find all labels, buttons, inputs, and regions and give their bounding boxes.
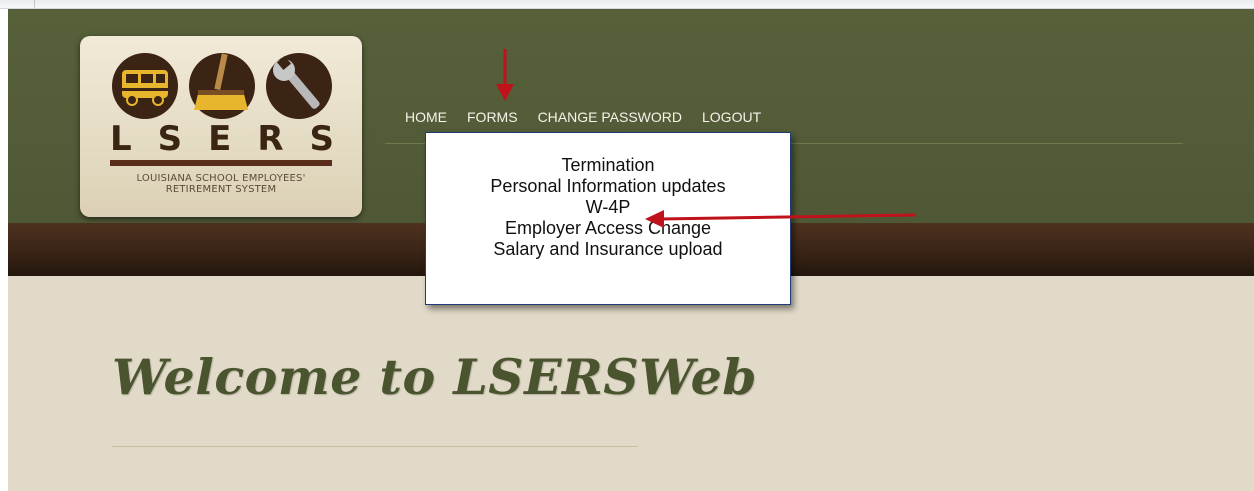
menu-item-personal-information-updates[interactable]: Personal Information updates — [426, 176, 790, 197]
nav-home[interactable]: HOME — [405, 109, 447, 125]
logo-subtitle-line: RETIREMENT SYSTEM — [165, 184, 277, 195]
logo-letter: E — [208, 119, 232, 159]
forms-dropdown-menu: Termination Personal Information updates… — [425, 132, 791, 305]
logo-wordmark: L S E R S — [110, 119, 334, 159]
title-divider — [112, 446, 638, 447]
logo-letter: S — [309, 119, 334, 159]
logo-subtitle-line: LOUISIANA SCHOOL EMPLOYEES' — [136, 173, 306, 184]
bus-icon — [112, 53, 178, 119]
logo-letter: L — [110, 119, 132, 159]
broom-icon — [189, 53, 255, 119]
nav-change-password[interactable]: CHANGE PASSWORD — [538, 109, 682, 125]
lsers-logo[interactable]: L S E R S LOUISIANA SCHOOL EMPLOYEES' RE… — [80, 36, 362, 217]
nav-logout[interactable]: LOGOUT — [702, 109, 761, 125]
menu-item-salary-insurance-upload[interactable]: Salary and Insurance upload — [426, 239, 790, 260]
menu-item-termination[interactable]: Termination — [426, 155, 790, 176]
logo-letter: R — [257, 119, 284, 159]
logo-icons — [112, 53, 332, 119]
main-nav: HOME FORMS CHANGE PASSWORD LOGOUT — [405, 109, 761, 125]
menu-item-w4p[interactable]: W-4P — [426, 197, 790, 218]
logo-letter: S — [157, 119, 183, 159]
wrench-icon — [266, 53, 332, 119]
menu-item-employer-access-change[interactable]: Employer Access Change — [426, 218, 790, 239]
nav-forms[interactable]: FORMS — [467, 109, 518, 125]
logo-bar — [110, 160, 332, 166]
logo-subtitle: LOUISIANA SCHOOL EMPLOYEES' RETIREMENT S… — [110, 173, 332, 195]
page-title: Welcome to LSERSWeb — [112, 348, 758, 406]
browser-chrome-edge — [0, 0, 1254, 9]
browser-divider — [34, 0, 35, 8]
